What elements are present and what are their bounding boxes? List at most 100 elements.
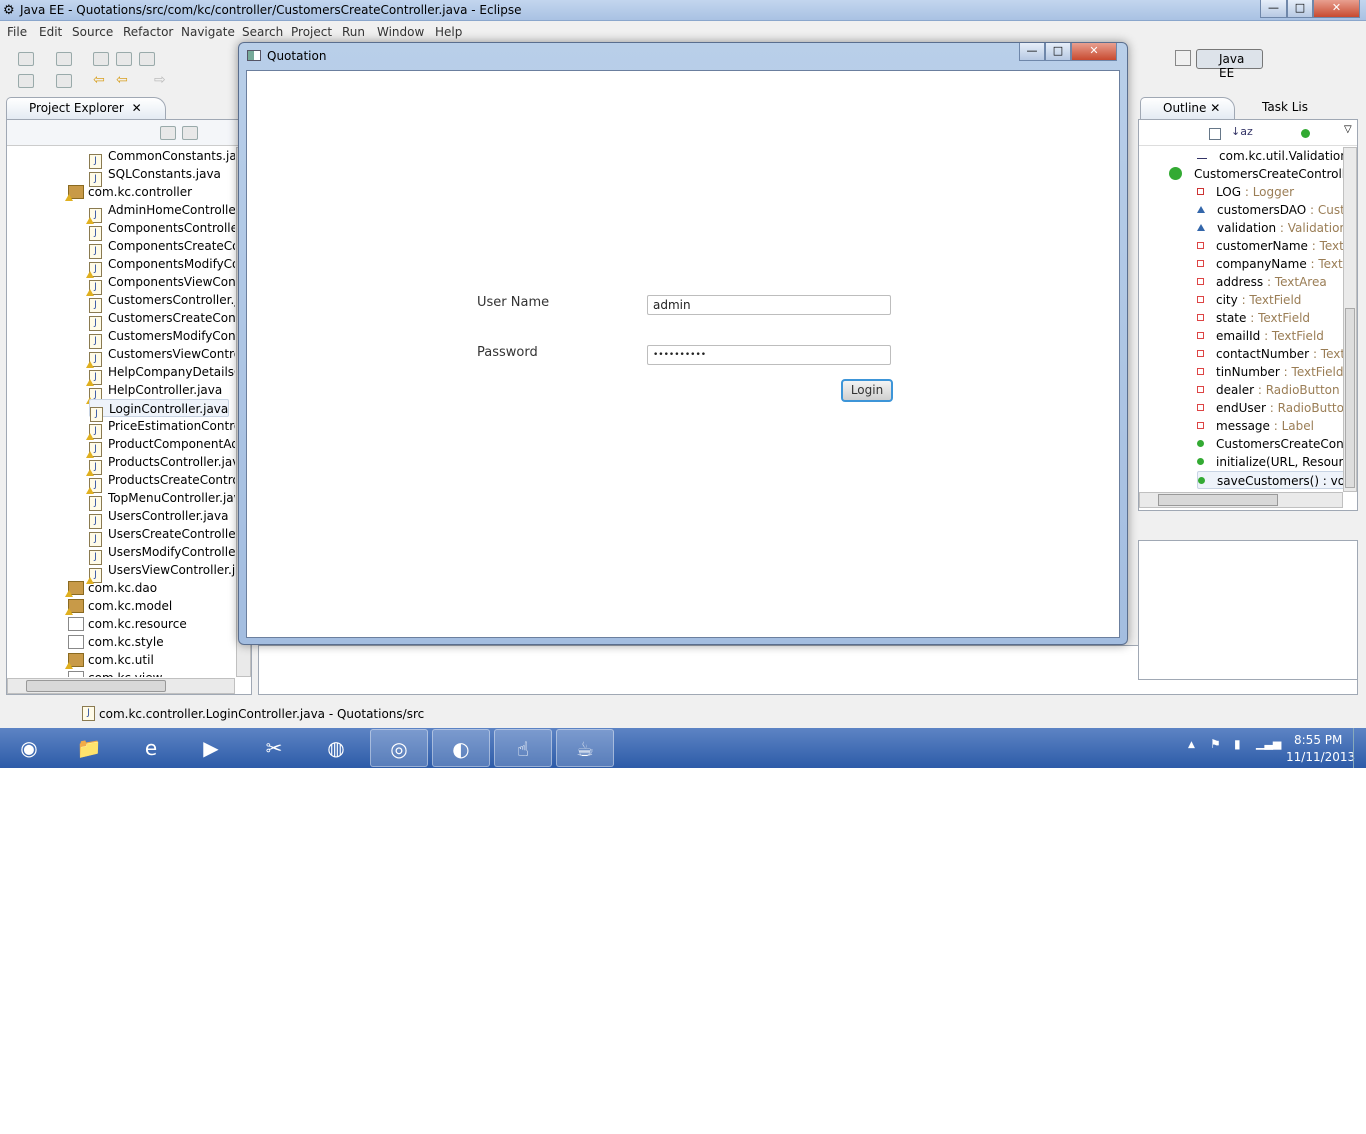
menu-edit[interactable]: Edit	[39, 25, 62, 39]
new-icon[interactable]	[18, 52, 34, 66]
outline-item[interactable]: emailId : TextField	[1197, 327, 1324, 345]
outline-item[interactable]: customersDAO : Custo	[1197, 201, 1343, 219]
tree-item[interactable]: JUsersCreateController.ja	[89, 525, 235, 547]
menu-refactor[interactable]: Refactor	[123, 25, 173, 39]
tree-item[interactable]: J ProductsController.java	[86, 453, 235, 476]
action-center-icon[interactable]: ⚑	[1210, 737, 1221, 751]
taskbar-tools-icon[interactable]: ✂	[245, 729, 303, 767]
taskbar-media-player-icon[interactable]: ▶	[182, 729, 240, 767]
outline-item[interactable]: CustomersCreateController	[1169, 165, 1343, 183]
tree-item[interactable]: J PriceEstimationControll	[86, 417, 235, 440]
taskbar-pointer-app-icon[interactable]: ☝	[494, 729, 552, 767]
outline-item[interactable]: LOG : Logger	[1197, 183, 1294, 201]
username-input[interactable]: admin	[647, 295, 891, 315]
perspective-java-ee[interactable]: Java EE	[1196, 49, 1263, 80]
close-button[interactable]: ✕	[1313, 0, 1360, 18]
clock-date[interactable]: 11/11/2013	[1286, 750, 1355, 764]
power-icon[interactable]: ▮	[1234, 737, 1241, 751]
tab-outline[interactable]: Outline ✕	[1140, 97, 1235, 119]
tree-item[interactable]: J LoginController.java	[89, 399, 230, 422]
tree-item[interactable]: JHelpCompanyDetailsCo	[86, 363, 235, 386]
sort-icon[interactable]: ↓az	[1231, 125, 1253, 138]
collapse-all-icon[interactable]	[1209, 128, 1221, 140]
network-icon[interactable]: ▁▃▅	[1256, 737, 1281, 750]
save-icon[interactable]	[93, 52, 109, 66]
outline-item[interactable]: companyName : TextFi	[1197, 255, 1343, 273]
outline-item[interactable]: endUser : RadioButton	[1197, 399, 1343, 417]
outline-item[interactable]: CustomersCreateContr	[1197, 435, 1343, 453]
show-hidden-icons[interactable]: ▲	[1188, 740, 1195, 750]
print-icon[interactable]	[139, 52, 155, 66]
tree-item[interactable]: JProductsCreateControlle	[86, 471, 235, 494]
collapse-all-icon[interactable]	[160, 126, 176, 140]
taskbar-eclipse-icon[interactable]: ◐	[432, 729, 490, 767]
menu-project[interactable]: Project	[291, 25, 332, 39]
tree-item[interactable]: com.kc.view	[68, 669, 162, 677]
close-icon[interactable]: ✕	[1210, 101, 1220, 115]
back-icon[interactable]: ⇦	[116, 72, 128, 88]
menu-search[interactable]: Search	[242, 25, 283, 39]
forward-icon[interactable]: ⇨	[154, 72, 166, 88]
taskbar-firefox-icon[interactable]: ◍	[307, 729, 365, 767]
last-edit-icon[interactable]: ⇦	[93, 72, 105, 88]
tree-item[interactable]: com.kc.dao	[65, 579, 157, 597]
maximize-button[interactable]: □	[1287, 0, 1313, 18]
outline-item[interactable]: dealer : RadioButton	[1197, 381, 1340, 399]
tree-item[interactable]: JComponentsCreateCont	[89, 237, 235, 259]
taskbar-internet-explorer-icon[interactable]: e	[122, 729, 180, 767]
outline-item[interactable]: address : TextArea	[1197, 273, 1327, 291]
link-editor-icon[interactable]	[182, 126, 198, 140]
tree-item[interactable]: J UsersModifyController.j	[89, 543, 235, 565]
horizontal-scrollbar[interactable]	[7, 678, 235, 694]
vertical-scrollbar[interactable]	[1343, 147, 1357, 492]
tree-item[interactable]: JCommonConstants.java	[89, 147, 235, 169]
outline-item[interactable]: city : TextField	[1197, 291, 1301, 309]
outline-item[interactable]: initialize(URL, Resource	[1197, 453, 1343, 471]
tree-item[interactable]: com.kc.style	[68, 633, 164, 651]
taskbar-start-icon[interactable]: ◉	[0, 729, 58, 767]
outline-item[interactable]: state : TextField	[1197, 309, 1310, 327]
prev-annotation-icon[interactable]	[56, 74, 72, 88]
taskbar-java-icon[interactable]: ☕	[556, 729, 614, 767]
view-menu-icon[interactable]: ▽	[1344, 124, 1352, 135]
dialog-maximize-button[interactable]: □	[1045, 43, 1071, 61]
show-desktop-button[interactable]	[1353, 728, 1366, 768]
clock-time[interactable]: 8:55 PM	[1294, 733, 1342, 747]
dialog-minimize-button[interactable]: —	[1019, 43, 1045, 61]
tree-item[interactable]: com.kc.model	[65, 597, 172, 615]
tree-item[interactable]: J SQLConstants.java	[89, 165, 221, 187]
tree-item[interactable]: J ComponentsModifyCor	[86, 255, 235, 278]
taskbar-explorer-icon[interactable]: 📁	[60, 729, 118, 767]
taskbar-chrome-icon[interactable]: ◎	[370, 729, 428, 767]
tree-item[interactable]: J TopMenuController.java	[89, 489, 235, 511]
tree-item[interactable]: J CustomersViewControll	[86, 345, 235, 368]
menu-run[interactable]: Run	[342, 25, 365, 39]
outline-item[interactable]: saveCustomers() : void	[1197, 471, 1343, 489]
login-button[interactable]: Login	[841, 379, 893, 402]
tree-item[interactable]: JCustomersController.jav	[89, 291, 235, 313]
tree-item[interactable]: JUsersViewController.java	[86, 561, 235, 584]
new-server-icon[interactable]	[56, 52, 72, 66]
tree-item[interactable]: J AdminHomeController.j	[86, 201, 235, 224]
menu-file[interactable]: File	[7, 25, 27, 39]
open-perspective-icon[interactable]	[1175, 50, 1191, 66]
tree-item[interactable]: com.kc.resource	[68, 615, 187, 633]
dialog-close-button[interactable]: ✕	[1071, 43, 1117, 61]
tree-item[interactable]: J CustomersModifyContr	[89, 327, 235, 349]
tree-item[interactable]: J ComponentsController.j	[89, 219, 235, 241]
tree-item[interactable]: JCustomersCreateContro	[89, 309, 235, 331]
menu-help[interactable]: Help	[435, 25, 462, 39]
outline-item[interactable]: com.kc.util.Validation	[1197, 147, 1343, 165]
tab-task-list[interactable]: Task Lis	[1244, 100, 1308, 114]
outline-item[interactable]: customerName : TextFi	[1197, 237, 1343, 255]
tab-project-explorer[interactable]: Project Explorer ✕	[6, 97, 166, 119]
minimize-button[interactable]: —	[1260, 0, 1287, 18]
tree-item[interactable]: com.kc.util	[65, 651, 154, 669]
tree-item[interactable]: JComponentsViewContro	[86, 273, 235, 296]
tree-item[interactable]: J HelpController.java	[86, 381, 222, 404]
outline-item[interactable]: tinNumber : TextField	[1197, 363, 1343, 381]
close-icon[interactable]: ✕	[132, 101, 142, 115]
outline-item[interactable]: validation : Validation	[1197, 219, 1343, 237]
password-input[interactable]: ••••••••••	[647, 345, 891, 365]
menu-navigate[interactable]: Navigate	[181, 25, 235, 39]
